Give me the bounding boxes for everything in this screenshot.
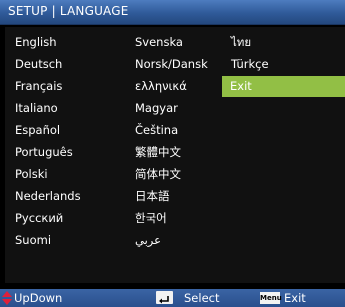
language-option-polski[interactable]: Polski [15, 164, 120, 185]
language-option-suomi[interactable]: Suomi [15, 230, 120, 251]
language-option-deutsch[interactable]: Deutsch [15, 54, 120, 75]
select-label: Select [184, 291, 220, 305]
language-option-magyar[interactable]: Magyar [135, 98, 225, 119]
updown-icon [2, 291, 12, 305]
language-option-cestina[interactable]: Čeština [135, 120, 225, 141]
osd-window: SETUP | LANGUAGE English Deutsch Françai… [0, 0, 345, 307]
language-option-traditional-chinese[interactable]: 繁體中文 [135, 142, 225, 163]
footer-bar: UpDown Select Menu Exit [0, 289, 345, 307]
menu-key-icon: Menu [260, 292, 282, 304]
language-option-thai[interactable]: ไทย [231, 32, 321, 53]
language-option-arabic[interactable]: عربي [135, 230, 225, 251]
language-option-russian[interactable]: Русский [15, 208, 120, 229]
language-option-italiano[interactable]: Italiano [15, 98, 120, 119]
page-title: SETUP | LANGUAGE [8, 4, 129, 18]
exit-label: Exit [284, 291, 306, 305]
language-option-nederlands[interactable]: Nederlands [15, 186, 120, 207]
language-option-japanese[interactable]: 日本語 [135, 186, 225, 207]
language-option-espanol[interactable]: Español [15, 120, 120, 141]
language-option-turkce[interactable]: Türkçe [231, 54, 321, 75]
language-option-english[interactable]: English [15, 32, 120, 53]
language-option-svenska[interactable]: Svenska [135, 32, 225, 53]
title-bar: SETUP | LANGUAGE [0, 0, 345, 25]
exit-option[interactable]: Exit [230, 76, 320, 97]
language-option-simplified-chinese[interactable]: 简体中文 [135, 164, 225, 185]
enter-icon [156, 291, 173, 304]
language-option-portugues[interactable]: Português [15, 142, 120, 163]
updown-label: UpDown [14, 291, 63, 305]
language-option-norsk-dansk[interactable]: Norsk/Dansk [135, 54, 225, 75]
language-option-korean[interactable]: 한국어 [135, 208, 225, 229]
language-option-greek[interactable]: ελληνικά [135, 76, 225, 97]
language-option-francais[interactable]: Français [15, 76, 120, 97]
